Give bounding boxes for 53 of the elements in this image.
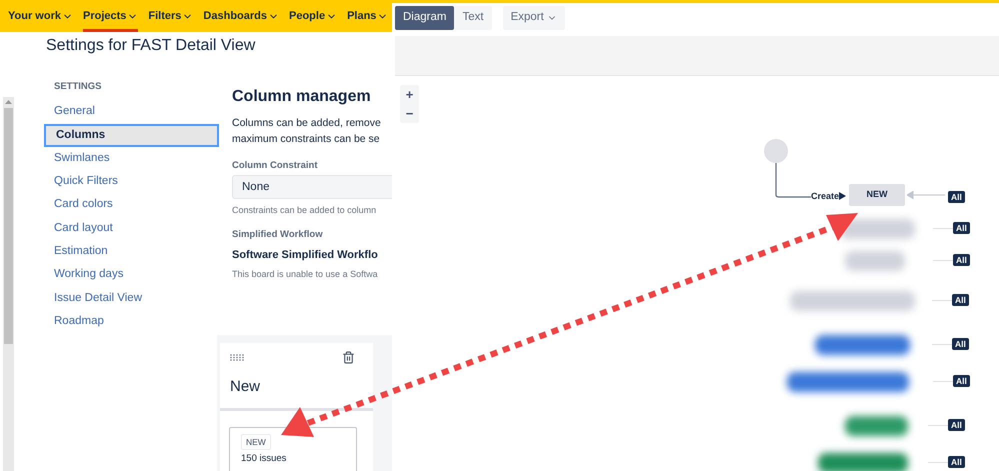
incoming-arrow	[907, 191, 945, 199]
view-tab[interactable]: Text	[454, 6, 492, 30]
section-heading: Column managem	[232, 87, 372, 107]
export-button[interactable]: Export	[502, 6, 565, 30]
view-tab[interactable]: Diagram	[395, 6, 454, 30]
all-badge: All	[952, 338, 969, 350]
sidebar-heading: SETTINGS	[53, 80, 103, 94]
sidebar-item[interactable]: Columns	[44, 124, 219, 147]
sidebar-item[interactable]: Issue Detail View	[44, 286, 219, 310]
issue-count: 150 issues	[241, 452, 286, 466]
sidebar-item[interactable]: Working days	[44, 263, 219, 287]
all-badge: All	[948, 191, 965, 203]
zoom-in-button[interactable]: +	[406, 85, 414, 104]
delete-icon[interactable]	[342, 351, 355, 364]
workflow-name: Software Simplified Workflo	[232, 248, 379, 263]
sidebar-item[interactable]: Card colors	[44, 193, 219, 217]
field-label: Column Constraint	[232, 159, 318, 173]
section-description: Columns can be added, remove maximum constraints can be se	[232, 116, 382, 147]
transition-line	[775, 163, 811, 199]
all-badge: All	[948, 456, 965, 468]
status-lozenge: NEW	[241, 434, 271, 450]
all-badge: All	[953, 375, 970, 387]
drag-handle-icon[interactable]	[230, 354, 244, 362]
sidebar-item[interactable]: General	[44, 100, 219, 124]
constraint-select[interactable]: None	[232, 175, 392, 200]
nav-menu-item[interactable]: Your work	[8, 0, 73, 32]
transition-label: Create	[811, 190, 840, 202]
field-label: Simplified Workflow	[232, 228, 324, 242]
nav-menu-item[interactable]: Plans	[347, 0, 388, 32]
all-badge: All	[952, 294, 969, 306]
all-badge: All	[953, 254, 970, 266]
all-badge: All	[953, 222, 970, 234]
nav-menu-item[interactable]: Projects	[82, 0, 138, 32]
scrollbar-thumb[interactable]	[4, 108, 13, 344]
start-node	[764, 139, 788, 163]
scrollbar[interactable]	[3, 97, 14, 471]
play-triangle-icon	[839, 192, 846, 200]
nav-menu-item[interactable]: People	[289, 0, 338, 32]
zoom-out-button[interactable]: −	[406, 104, 414, 123]
all-badge: All	[948, 419, 965, 431]
scroll-up-icon[interactable]	[5, 99, 12, 105]
column-title: New	[230, 377, 262, 398]
field-hint: Constraints can be added to column	[232, 204, 378, 218]
page-title: Settings for FAST Detail View	[46, 36, 256, 54]
sidebar-item[interactable]: Card layout	[44, 216, 219, 240]
sidebar-item[interactable]: Swimlanes	[44, 146, 219, 170]
nav-menu-item[interactable]: Filters	[148, 0, 194, 32]
sidebar-item[interactable]: Roadmap	[44, 310, 219, 334]
nav-menu-item[interactable]: Dashboards	[203, 0, 279, 32]
sidebar-item[interactable]: Estimation	[44, 240, 219, 264]
workflow-note: This board is unable to use a Softwa	[232, 268, 379, 280]
status-node[interactable]: NEW	[849, 184, 905, 206]
sidebar-item[interactable]: Quick Filters	[44, 170, 219, 194]
